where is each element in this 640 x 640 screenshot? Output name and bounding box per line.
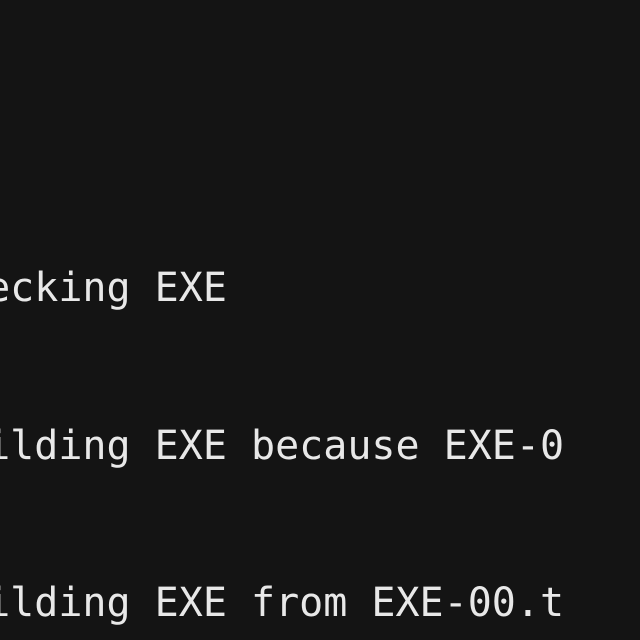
log-line: uilding EXE because EXE-0	[0, 420, 640, 473]
log-line: hecking EXE	[0, 262, 640, 315]
terminal-output[interactable]: hecking EXE uilding EXE because EXE-0 ui…	[0, 0, 640, 640]
log-line: uilding EXE from EXE-00.t	[0, 577, 640, 630]
